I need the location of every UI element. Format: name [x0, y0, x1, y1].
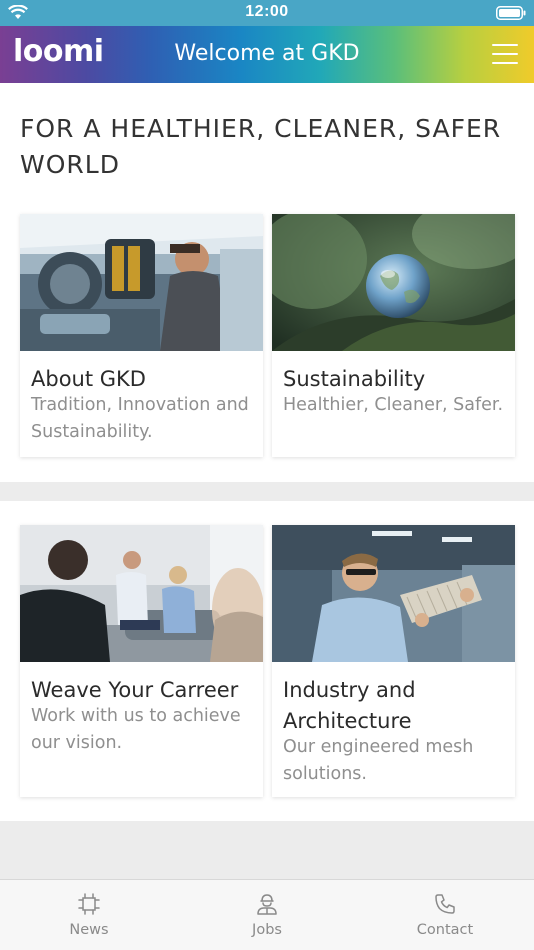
tab-bar: News Jobs Contact — [0, 879, 534, 950]
card-industry-architecture-image — [272, 525, 515, 662]
card-weave-your-career[interactable]: Weave Your Carreer Work with us to achie… — [20, 525, 263, 797]
card-subtitle: Work with us to achieve our vision. — [31, 706, 241, 753]
app-header: loomi Welcome at GKD — [0, 26, 534, 83]
tab-label: News — [69, 922, 109, 938]
card-title: About GKD — [31, 367, 146, 391]
featured-section: FOR A HEALTHIER, CLEANER, SAFER WORLD Ab… — [0, 83, 534, 482]
tab-label: Contact — [416, 922, 474, 938]
card-weave-your-career-image — [20, 525, 263, 662]
card-about-gkd-image — [20, 214, 263, 351]
status-bar: 12:00 — [0, 0, 534, 26]
jobs-icon — [257, 894, 277, 915]
card-sustainability[interactable]: Sustainability Healthier, Cleaner, Safer… — [272, 214, 515, 457]
card-industry-architecture[interactable]: Industry and Architecture Our engineered… — [272, 525, 515, 797]
card-title: Sustainability — [283, 367, 426, 391]
tab-contact[interactable]: Contact — [385, 880, 505, 950]
card-subtitle: Healthier, Cleaner, Safer. — [283, 395, 504, 415]
phone-icon — [435, 894, 455, 914]
discover-section: Weave Your Carreer Work with us to achie… — [0, 501, 534, 821]
card-subtitle: Our engineered mesh solutions. — [283, 737, 474, 784]
tab-jobs[interactable]: Jobs — [207, 880, 327, 950]
tab-news[interactable]: News — [29, 880, 149, 950]
tab-label: Jobs — [252, 922, 282, 938]
card-sustainability-image — [272, 214, 515, 351]
card-title: Weave Your Carreer — [31, 678, 239, 702]
status-time: 12:00 — [245, 3, 289, 20]
headline: FOR A HEALTHIER, CLEANER, SAFER WORLD — [20, 114, 502, 179]
battery-icon — [496, 6, 526, 20]
hamburger-menu-icon[interactable] — [492, 44, 518, 66]
card-subtitle: Tradition, Innovation and Sustainability… — [31, 395, 249, 442]
news-icon — [78, 893, 100, 915]
card-title: Industry and Architecture — [283, 678, 416, 733]
page-title: Welcome at GKD — [174, 41, 360, 66]
card-about-gkd[interactable]: About GKD Tradition, Innovation and Sust… — [20, 214, 263, 457]
